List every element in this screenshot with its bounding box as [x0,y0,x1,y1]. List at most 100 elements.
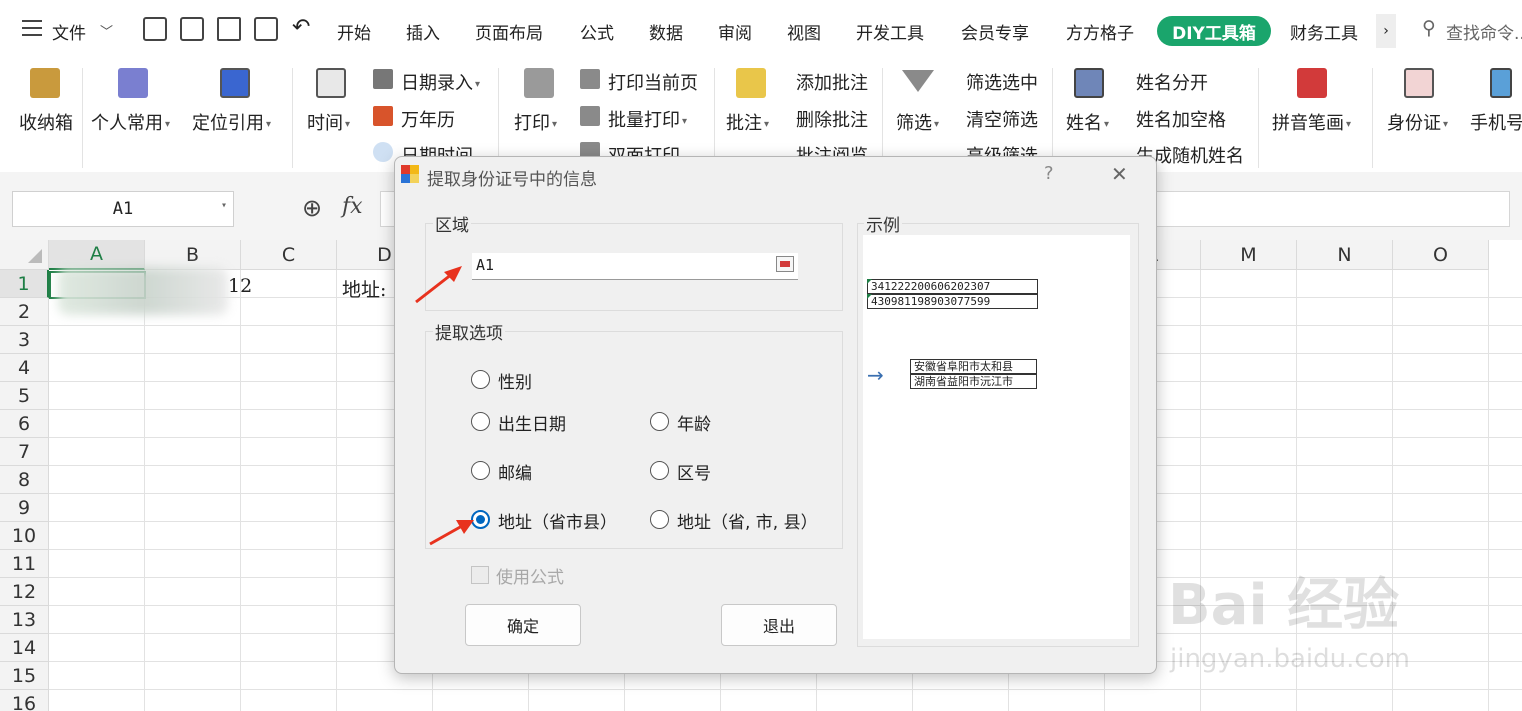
column-header[interactable]: C [241,240,337,270]
add-comment-button[interactable]: 添加批注 [796,69,868,95]
postcode-radio[interactable] [471,461,490,480]
delete-comment-button[interactable]: 删除批注 [796,106,868,132]
chevron-down-icon[interactable]: ﹀ [100,21,113,40]
close-icon[interactable]: ✕ [1111,162,1128,186]
row-header[interactable]: 1 [0,270,49,298]
personal-common-button[interactable]: 个人常用 ▾ [91,109,170,135]
column-header[interactable]: O [1393,240,1489,270]
ribbon-divider [498,68,499,168]
tab-member[interactable]: 会员专享 [961,19,1029,44]
date-entry-button[interactable]: 日期录入 ▾ [401,69,480,95]
print-current-page-icon [580,69,600,89]
clear-filter-button[interactable]: 清空筛选 [966,106,1038,132]
row-header[interactable]: 2 [0,298,49,326]
arrow-right-icon: → [867,363,884,387]
row-header[interactable]: 10 [0,522,49,550]
select-all-corner[interactable] [0,240,49,270]
undo-icon[interactable]: ↶ [292,15,310,40]
help-icon[interactable]: ? [1044,163,1054,184]
range-select-icon[interactable] [776,256,794,272]
column-header[interactable]: A [49,240,145,270]
time-button[interactable]: 时间 ▾ [307,109,350,135]
comment-button[interactable]: 批注 ▾ [726,109,769,135]
column-header[interactable]: M [1201,240,1297,270]
column-header[interactable]: B [145,240,241,270]
chevron-down-icon[interactable]: ▾ [221,200,227,211]
column-header[interactable]: N [1297,240,1393,270]
row-header[interactable]: 11 [0,550,49,578]
tab-home[interactable]: 开始 [337,19,371,44]
row-header[interactable]: 4 [0,354,49,382]
area-code-radio[interactable] [650,461,669,480]
print-current-page-button[interactable]: 打印当前页 [608,69,698,95]
tab-developer[interactable]: 开发工具 [856,19,924,44]
more-tabs-button[interactable]: › [1376,14,1396,48]
row-header[interactable]: 16 [0,690,49,711]
phone-number-button[interactable]: 手机号 [1470,109,1522,135]
locate-reference-button[interactable]: 定位引用 ▾ [192,109,271,135]
ok-button[interactable]: 确定 [465,604,581,646]
command-search-input[interactable]: 查找命令... [1446,19,1522,44]
row-header[interactable]: 9 [0,494,49,522]
birthdate-radio[interactable] [471,412,490,431]
gender-radio[interactable] [471,370,490,389]
row-header[interactable]: 12 [0,578,49,606]
perpetual-calendar-button[interactable]: 万年历 [401,106,455,132]
hamburger-icon[interactable] [22,20,42,36]
row-header[interactable]: 15 [0,662,49,690]
tab-data[interactable]: 数据 [649,19,683,44]
search-icon[interactable]: ⚲ [1422,17,1436,39]
file-menu[interactable]: 文件 [52,19,86,44]
tab-formula[interactable]: 公式 [580,19,614,44]
zoom-icon[interactable]: ⊕ [302,194,322,222]
row-header[interactable]: 5 [0,382,49,410]
pinyin-strokes-button[interactable]: 拼音笔画 ▾ [1272,109,1351,135]
tab-view[interactable]: 视图 [787,19,821,44]
use-formula-checkbox[interactable] [471,566,489,584]
batch-print-button[interactable]: 批量打印 ▾ [608,106,687,132]
tab-fangfang[interactable]: 方方格子 [1066,19,1134,44]
export-icon[interactable] [180,17,204,41]
tab-review[interactable]: 审阅 [718,19,752,44]
address-separated-radio[interactable] [650,510,669,529]
name-box[interactable]: A1 ▾ [12,191,234,227]
name-box-value: A1 [112,199,134,219]
row-header[interactable]: 13 [0,606,49,634]
filter-selected-button[interactable]: 筛选选中 [966,69,1038,95]
gender-label[interactable]: 性别 [498,368,532,393]
tab-diy-toolbox[interactable]: DIY工具箱 [1157,16,1271,46]
address-separated-label[interactable]: 地址（省, 市, 县） [677,508,818,533]
tab-page-layout[interactable]: 页面布局 [475,19,543,44]
row-header[interactable]: 14 [0,634,49,662]
area-code-label[interactable]: 区号 [677,459,711,484]
cell-d1[interactable]: 地址: [342,275,386,302]
name-button[interactable]: 姓名 ▾ [1066,109,1109,135]
range-input-value: A1 [476,256,495,274]
name-add-space-button[interactable]: 姓名加空格 [1136,106,1226,132]
row-header[interactable]: 7 [0,438,49,466]
storage-box-button[interactable]: 收纳箱 [19,109,73,135]
cell-marker [867,279,872,284]
row-header[interactable]: 8 [0,466,49,494]
print-button[interactable]: 打印 ▾ [514,109,557,135]
print-preview-icon[interactable] [254,17,278,41]
exit-button[interactable]: 退出 [721,604,837,646]
filter-button[interactable]: 筛选 ▾ [896,109,939,135]
save-icon[interactable] [143,17,167,41]
annotation-arrow-range [415,266,462,304]
tab-finance[interactable]: 财务工具 [1290,19,1358,44]
birthdate-label[interactable]: 出生日期 [498,410,566,435]
row-header[interactable]: 3 [0,326,49,354]
id-card-button[interactable]: 身份证 ▾ [1387,109,1448,135]
age-label[interactable]: 年龄 [677,410,711,435]
tab-insert[interactable]: 插入 [406,19,440,44]
print-icon[interactable] [217,17,241,41]
postcode-label[interactable]: 邮编 [498,459,532,484]
perpetual-calendar-icon [373,106,393,126]
split-name-button[interactable]: 姓名分开 [1136,69,1208,95]
age-radio[interactable] [650,412,669,431]
row-header[interactable]: 6 [0,410,49,438]
range-input[interactable]: A1 [472,253,798,280]
address-compact-label[interactable]: 地址（省市县） [498,508,617,533]
fx-icon[interactable]: fx [342,194,363,219]
